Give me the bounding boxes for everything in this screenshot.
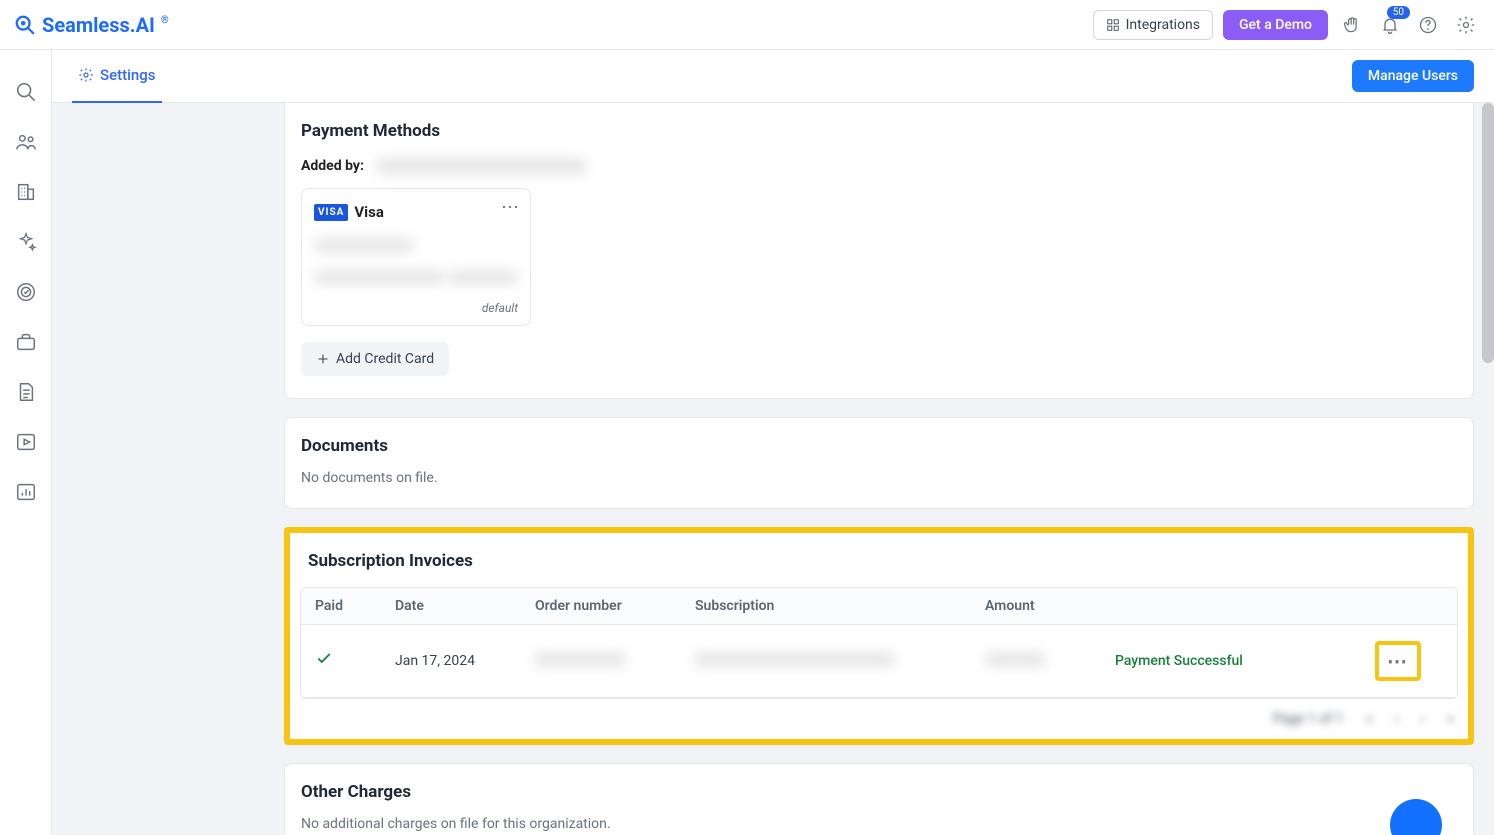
rail-analytics[interactable]: [12, 478, 40, 506]
grid-icon: [1106, 18, 1120, 32]
subscription-invoices-card: Subscription Invoices Paid Date Order nu…: [284, 527, 1474, 745]
manage-users-button[interactable]: Manage Users: [1352, 60, 1474, 92]
integrations-button[interactable]: Integrations: [1093, 10, 1213, 40]
card-details-redacted: [314, 231, 518, 295]
side-rail: [0, 50, 52, 835]
main-layout: Settings Manage Users Payment Methods Ad…: [0, 50, 1494, 835]
settings-gear-button[interactable]: [1452, 11, 1480, 39]
top-actions: Integrations Get a Demo 50: [1093, 10, 1480, 40]
rail-intent[interactable]: [12, 278, 40, 306]
scrollbar-thumb[interactable]: [1482, 103, 1494, 363]
invoice-amount-redacted: [985, 652, 1045, 667]
invoices-table-header: Paid Date Order number Subscription Amou…: [301, 588, 1457, 625]
invoice-subscription-redacted: [695, 652, 895, 667]
rail-jobs[interactable]: [12, 328, 40, 356]
added-by-value-redacted: [376, 158, 586, 174]
payment-methods-card: Payment Methods Added by: ⋯ VISA Visa: [284, 103, 1474, 399]
search-target-icon: [14, 14, 36, 36]
invoice-row: Jan 17, 2024 Payment Successful ⋯: [301, 625, 1457, 698]
rail-ai[interactable]: [12, 228, 40, 256]
visa-mark-icon: VISA: [314, 204, 348, 221]
notification-count-badge: 50: [1387, 6, 1410, 19]
rail-search[interactable]: [12, 78, 40, 106]
card-brand-label: Visa: [354, 203, 384, 221]
th-amount: Amount: [985, 598, 1115, 614]
documents-card: Documents No documents on file.: [284, 417, 1474, 509]
invoice-status: Payment Successful: [1115, 653, 1375, 669]
building-icon: [15, 181, 37, 203]
pager-text: Page 1 of 1: [1273, 711, 1344, 727]
card-brand-row: VISA Visa: [314, 203, 518, 221]
card-default-tag: default: [314, 301, 518, 315]
tab-settings[interactable]: Settings: [72, 50, 162, 103]
pager-last[interactable]: »: [1447, 711, 1454, 727]
integrations-label: Integrations: [1126, 17, 1200, 33]
hand-icon: [1342, 15, 1362, 35]
invoices-title: Subscription Invoices: [308, 551, 1458, 571]
sparkles-icon: [15, 231, 37, 253]
hand-icon-button[interactable]: [1338, 11, 1366, 39]
other-charges-card: Other Charges No additional charges on f…: [284, 763, 1474, 835]
th-order: Order number: [535, 598, 695, 614]
documents-title: Documents: [301, 436, 1457, 456]
scroll-area: Payment Methods Added by: ⋯ VISA Visa: [52, 103, 1494, 835]
th-subscription: Subscription: [695, 598, 985, 614]
add-card-label: Add Credit Card: [336, 351, 434, 367]
brand-logo[interactable]: Seamless.AI ®: [14, 13, 169, 37]
rail-companies[interactable]: [12, 178, 40, 206]
th-paid: Paid: [315, 598, 395, 614]
invoice-order-redacted: [535, 652, 625, 667]
invoice-date: Jan 17, 2024: [395, 653, 535, 669]
added-by-row: Added by:: [301, 155, 1457, 174]
pager-prev[interactable]: ‹: [1394, 711, 1398, 727]
play-square-icon: [15, 431, 37, 453]
briefcase-icon: [15, 331, 37, 353]
other-charges-title: Other Charges: [301, 782, 1457, 802]
added-by-label: Added by:: [301, 158, 364, 174]
plus-icon: [316, 352, 330, 366]
rail-contacts[interactable]: [12, 128, 40, 156]
gear-icon: [1456, 15, 1476, 35]
subheader-bar: Settings Manage Users: [52, 50, 1494, 103]
brand-text: Seamless.AI: [42, 13, 155, 37]
documents-empty-text: No documents on file.: [301, 470, 1457, 486]
paid-check-icon: [315, 650, 395, 672]
rail-lists[interactable]: [12, 378, 40, 406]
get-demo-button[interactable]: Get a Demo: [1223, 10, 1328, 40]
th-date: Date: [395, 598, 535, 614]
other-charges-empty: No additional charges on file for this o…: [301, 816, 1457, 832]
document-icon: [15, 381, 37, 403]
search-icon: [15, 81, 37, 103]
check-icon: [315, 650, 333, 668]
card-more-button[interactable]: ⋯: [501, 197, 520, 218]
invoices-table: Paid Date Order number Subscription Amou…: [300, 587, 1458, 699]
tab-settings-label: Settings: [100, 66, 156, 84]
gear-small-icon: [78, 67, 94, 83]
top-header-bar: Seamless.AI ® Integrations Get a Demo 50: [0, 0, 1494, 50]
bar-chart-icon: [15, 481, 37, 503]
target-check-icon: [15, 281, 37, 303]
invoices-pager: Page 1 of 1 « ‹ › »: [300, 711, 1454, 727]
brand-trademark: ®: [161, 15, 169, 26]
pager-next[interactable]: ›: [1421, 711, 1425, 727]
help-icon: [1418, 15, 1438, 35]
help-button[interactable]: [1414, 11, 1442, 39]
add-credit-card-button[interactable]: Add Credit Card: [301, 342, 449, 376]
credit-card-tile: ⋯ VISA Visa default: [301, 188, 531, 326]
notifications-button[interactable]: 50: [1376, 11, 1404, 39]
invoice-row-more-button[interactable]: ⋯: [1375, 641, 1421, 681]
pager-first[interactable]: «: [1365, 711, 1372, 727]
content-area: Settings Manage Users Payment Methods Ad…: [52, 50, 1494, 835]
people-icon: [15, 131, 37, 153]
payment-methods-title: Payment Methods: [301, 121, 1457, 141]
rail-video[interactable]: [12, 428, 40, 456]
